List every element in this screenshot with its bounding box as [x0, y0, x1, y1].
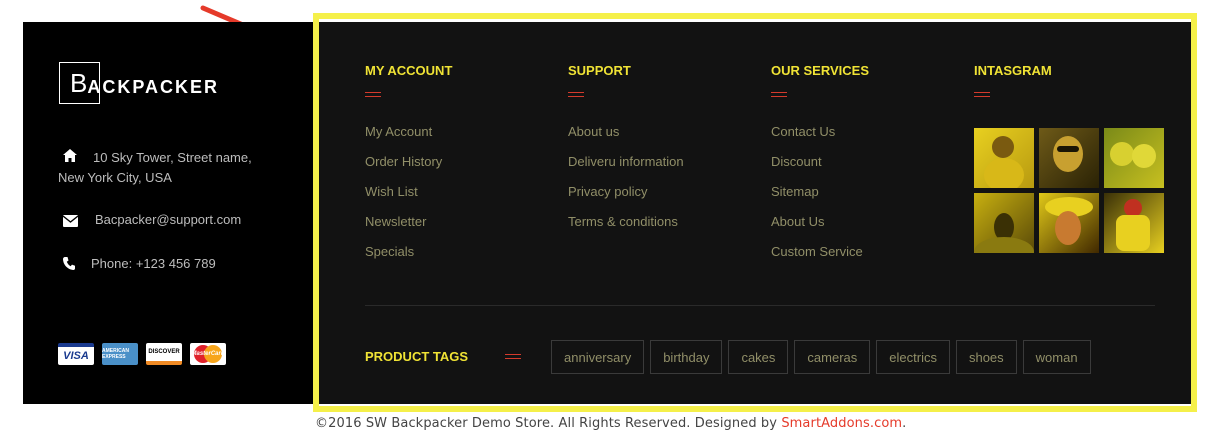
payment-methods: VISA AMERICAN EXPRESS DISCOVER MasterCar…: [58, 343, 226, 365]
footer-brand-panel: B ACKPACKER 10 Sky Tower, Street name, N…: [23, 22, 315, 404]
tag-cakes[interactable]: cakes: [728, 340, 789, 374]
product-tags-list: anniversary birthday cakes cameras elect…: [551, 340, 1091, 374]
logo-initial: B: [70, 67, 88, 98]
link-sitemap[interactable]: Sitemap: [771, 184, 863, 214]
instagram-photo[interactable]: [974, 193, 1034, 253]
instagram-heading: INTASGRAM: [974, 63, 1052, 78]
home-icon: [63, 148, 77, 168]
tag-cameras[interactable]: cameras: [794, 340, 871, 374]
mastercard-label: MasterCard: [191, 351, 225, 357]
my-account-links: My Account Order History Wish List Newsl…: [365, 124, 442, 274]
phone-number: Phone: +123 456 789: [91, 256, 216, 271]
tag-woman[interactable]: woman: [1022, 340, 1091, 374]
email-link[interactable]: Bacpacker@support.com: [63, 210, 241, 230]
link-custom-service[interactable]: Custom Service: [771, 244, 863, 274]
support-heading: SUPPORT: [568, 63, 631, 78]
copyright-text: ©2016 SW Backpacker Demo Store. All Righ…: [315, 416, 906, 431]
our-services-links: Contact Us Discount Sitemap About Us Cus…: [771, 124, 863, 274]
link-newsletter[interactable]: Newsletter: [365, 214, 442, 244]
heading-underline: [365, 92, 381, 97]
contact-phone: Phone: +123 456 789: [63, 254, 216, 274]
instagram-gallery: [974, 128, 1164, 253]
link-order-history[interactable]: Order History: [365, 154, 442, 184]
address-line-2: New York City, USA: [58, 170, 172, 185]
site-logo[interactable]: B ACKPACKER: [59, 62, 217, 104]
link-discount[interactable]: Discount: [771, 154, 863, 184]
instagram-photo[interactable]: [974, 128, 1034, 188]
address-line-1: 10 Sky Tower, Street name,: [93, 150, 252, 165]
visa-card-icon: VISA: [58, 343, 94, 365]
link-privacy-policy[interactable]: Privacy policy: [568, 184, 684, 214]
link-contact-us[interactable]: Contact Us: [771, 124, 863, 154]
support-links: About us Deliveru information Privacy po…: [568, 124, 684, 244]
link-my-account[interactable]: My Account: [365, 124, 442, 154]
link-terms-conditions[interactable]: Terms & conditions: [568, 214, 684, 244]
copyright-notice: ©2016 SW Backpacker Demo Store. All Righ…: [315, 416, 782, 431]
instagram-photo[interactable]: [1039, 193, 1099, 253]
instagram-photo[interactable]: [1104, 128, 1164, 188]
mastercard-icon: MasterCard: [190, 343, 226, 365]
tag-electrics[interactable]: electrics: [876, 340, 950, 374]
link-wish-list[interactable]: Wish List: [365, 184, 442, 214]
instagram-photo[interactable]: [1104, 193, 1164, 253]
heading-underline: [771, 92, 787, 97]
contact-email: Bacpacker@support.com: [62, 210, 241, 233]
logo-text: ACKPACKER: [87, 76, 220, 97]
our-services-heading: OUR SERVICES: [771, 63, 870, 78]
link-delivery-information[interactable]: Deliveru information: [568, 154, 684, 184]
amex-card-icon: AMERICAN EXPRESS: [102, 343, 138, 365]
envelope-icon: [62, 213, 79, 233]
link-about-us[interactable]: About us: [568, 124, 684, 154]
heading-underline: [974, 92, 990, 97]
instagram-photo[interactable]: [1039, 128, 1099, 188]
tag-anniversary[interactable]: anniversary: [551, 340, 645, 374]
site-footer: B ACKPACKER 10 Sky Tower, Street name, N…: [23, 22, 1195, 404]
link-specials[interactable]: Specials: [365, 244, 442, 274]
product-tags-heading: PRODUCT TAGS: [365, 349, 469, 364]
link-about-us-services[interactable]: About Us: [771, 214, 863, 244]
discover-card-icon: DISCOVER: [146, 343, 182, 365]
phone-icon: [63, 256, 75, 276]
my-account-heading: MY ACCOUNT: [365, 63, 453, 78]
tag-birthday[interactable]: birthday: [650, 340, 723, 374]
designer-link[interactable]: SmartAddons.com: [781, 416, 902, 431]
contact-address: 10 Sky Tower, Street name, New York City…: [58, 148, 268, 188]
heading-underline: [568, 92, 584, 97]
copyright-period: .: [902, 416, 907, 431]
heading-underline: [505, 354, 521, 359]
footer-divider: [365, 305, 1155, 306]
tag-shoes[interactable]: shoes: [955, 340, 1017, 374]
